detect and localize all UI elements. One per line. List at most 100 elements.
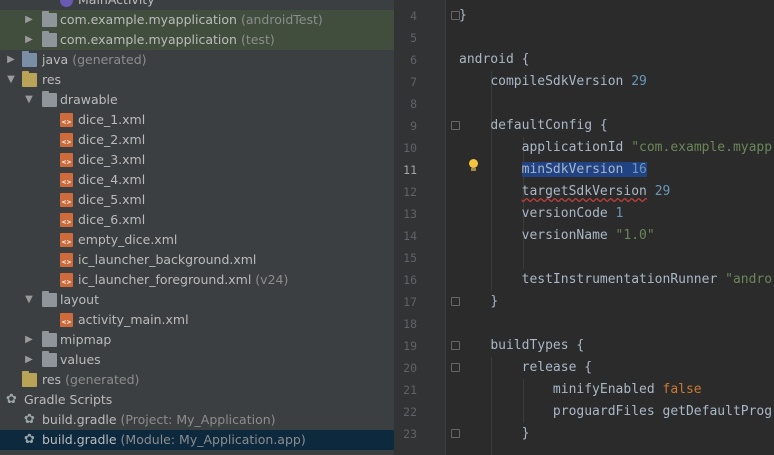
code-string: "1.0" bbox=[615, 228, 655, 243]
code-line-10[interactable]: applicationId "com.example.myapp bbox=[459, 137, 772, 159]
tree-item-layout[interactable]: ▼ layout bbox=[0, 290, 394, 310]
line-number: 15 bbox=[403, 251, 417, 265]
code-line-13[interactable]: versionCode 1 bbox=[459, 203, 624, 225]
code-text: getDefaultProg bbox=[662, 404, 773, 419]
xml-file-icon bbox=[60, 233, 73, 247]
tree-item-test-package[interactable]: ▶ com.example.myapplication (test) bbox=[0, 30, 394, 50]
tree-item-label: values bbox=[60, 352, 101, 367]
code-text: defaultConfig { bbox=[490, 118, 608, 133]
line-number: 23 bbox=[403, 427, 417, 441]
tree-item-build-gradle-project[interactable]: ✿ build.gradle (Project: My_Application) bbox=[0, 410, 394, 430]
code-line-16[interactable]: testInstrumentationRunner "andro bbox=[459, 269, 772, 291]
code-line-14[interactable]: versionName "1.0" bbox=[459, 225, 655, 247]
line-number: 5 bbox=[410, 31, 417, 45]
code-line-6[interactable]: android { bbox=[459, 49, 529, 71]
tree-item-dice-5[interactable]: dice_5.xml bbox=[0, 190, 394, 210]
tree-item-dice-2[interactable]: dice_2.xml bbox=[0, 130, 394, 150]
code-text: applicationId bbox=[521, 140, 624, 155]
tree-item-label: dice_6.xml bbox=[78, 212, 146, 227]
tree-item-drawable[interactable]: ▼ drawable bbox=[0, 90, 394, 110]
code-line-7[interactable]: compileSdkVersion 29 bbox=[459, 71, 647, 93]
xml-file-icon bbox=[60, 193, 73, 207]
code-text: release { bbox=[521, 360, 593, 375]
tree-item-label: dice_1.xml bbox=[78, 112, 146, 127]
chevron-down-icon[interactable]: ▼ bbox=[24, 290, 34, 310]
chevron-down-icon[interactable]: ▼ bbox=[24, 90, 34, 110]
code-text-selected: minSdkVersion bbox=[521, 162, 624, 177]
xml-file-icon bbox=[60, 113, 73, 127]
code-line-21[interactable]: minifyEnabled false bbox=[459, 379, 702, 401]
line-number: 9 bbox=[410, 119, 417, 133]
folder-icon bbox=[42, 331, 57, 347]
tree-item-ic-launcher-background[interactable]: ic_launcher_background.xml bbox=[0, 250, 394, 270]
code-line-20[interactable]: release { bbox=[459, 357, 592, 379]
gradle-icon: ✿ bbox=[6, 392, 17, 407]
tree-item-java-generated[interactable]: ▶ java (generated) bbox=[0, 50, 394, 70]
tree-item-label: ic_launcher_foreground.xml bbox=[78, 272, 252, 287]
code-keyword: false bbox=[662, 382, 702, 397]
code-string: "andro bbox=[725, 272, 773, 287]
tree-item-label: build.gradle bbox=[42, 412, 117, 427]
code-editor[interactable]: 4 5 6 7 8 9 10 11 12 13 14 15 16 17 18 1… bbox=[395, 0, 774, 455]
gradle-icon: ✿ bbox=[24, 432, 35, 447]
tree-item-values[interactable]: ▶ values bbox=[0, 350, 394, 370]
folder-icon bbox=[22, 51, 37, 67]
tree-item-label: res bbox=[42, 72, 62, 87]
code-line-11[interactable]: minSdkVersion 16 bbox=[459, 159, 647, 181]
tree-item-empty-dice[interactable]: empty_dice.xml bbox=[0, 230, 394, 250]
code-line-9[interactable]: defaultConfig { bbox=[459, 115, 608, 137]
chevron-right-icon[interactable]: ▶ bbox=[24, 30, 34, 50]
code-text: } bbox=[459, 8, 467, 23]
chevron-right-icon[interactable]: ▶ bbox=[24, 10, 34, 30]
code-text: } bbox=[521, 426, 530, 441]
xml-file-icon bbox=[60, 213, 73, 227]
code-text: android { bbox=[459, 52, 530, 67]
chevron-right-icon[interactable]: ▶ bbox=[24, 330, 34, 350]
tree-item-label: com.example.myapplication bbox=[60, 32, 237, 47]
tree-item-label: ic_launcher_background.xml bbox=[78, 252, 257, 267]
tree-item-label: java bbox=[42, 52, 69, 67]
tree-item-label: layout bbox=[60, 292, 100, 307]
tree-item-dice-4[interactable]: dice_4.xml bbox=[0, 170, 394, 190]
tree-item-label: dice_3.xml bbox=[78, 152, 146, 167]
folder-icon bbox=[22, 371, 37, 387]
xml-file-icon bbox=[60, 253, 73, 267]
chevron-down-icon[interactable]: ▼ bbox=[6, 70, 16, 90]
tree-item-dice-3[interactable]: dice_3.xml bbox=[0, 150, 394, 170]
code-line-22[interactable]: proguardFiles getDefaultProg bbox=[459, 401, 772, 423]
chevron-right-icon[interactable]: ▶ bbox=[6, 50, 16, 70]
tree-item-mainactivity[interactable]: MainActivity bbox=[0, 0, 394, 10]
chevron-right-icon[interactable]: ▶ bbox=[24, 350, 34, 370]
project-tree-panel[interactable]: MainActivity ▶ com.example.myapplication… bbox=[0, 0, 394, 455]
code-line-23[interactable]: } bbox=[459, 423, 530, 445]
tree-item-dice-1[interactable]: dice_1.xml bbox=[0, 110, 394, 130]
line-number: 14 bbox=[403, 229, 417, 243]
tree-item-build-gradle-module[interactable]: ✿ build.gradle (Module: My_Application.a… bbox=[0, 430, 394, 450]
xml-file-icon bbox=[60, 173, 73, 187]
line-number: 7 bbox=[410, 75, 417, 89]
code-number: 1 bbox=[615, 206, 624, 221]
tree-item-res[interactable]: ▼ res bbox=[0, 70, 394, 90]
tree-item-activity-main[interactable]: activity_main.xml bbox=[0, 310, 394, 330]
tree-item-android-test-package[interactable]: ▶ com.example.myapplication (androidTest… bbox=[0, 10, 394, 30]
tree-item-dice-6[interactable]: dice_6.xml bbox=[0, 210, 394, 230]
code-text-warning: targetSdkVersion bbox=[521, 184, 647, 199]
tree-item-label: build.gradle bbox=[42, 432, 117, 447]
tree-item-ic-launcher-foreground[interactable]: ic_launcher_foreground.xml (v24) bbox=[0, 270, 394, 290]
tree-item-res-generated[interactable]: res (generated) bbox=[0, 370, 394, 390]
folder-icon bbox=[42, 291, 57, 307]
line-number: 10 bbox=[403, 141, 417, 155]
tree-item-label: mipmap bbox=[60, 332, 112, 347]
tree-item-mipmap[interactable]: ▶ mipmap bbox=[0, 330, 394, 350]
tree-item-sublabel: (v24) bbox=[255, 272, 289, 287]
tree-item-label: res bbox=[42, 372, 62, 387]
tree-item-gradle-scripts[interactable]: ✿ Gradle Scripts bbox=[0, 390, 394, 410]
code-text: proguardFiles bbox=[552, 404, 655, 419]
code-line-17[interactable]: } bbox=[459, 291, 498, 313]
code-line-4[interactable]: } bbox=[459, 5, 467, 27]
line-number: 16 bbox=[403, 273, 417, 287]
tree-item-label: dice_2.xml bbox=[78, 132, 146, 147]
code-text: versionCode bbox=[521, 206, 608, 221]
code-line-12[interactable]: targetSdkVersion 29 bbox=[459, 181, 671, 203]
code-line-19[interactable]: buildTypes { bbox=[459, 335, 584, 357]
